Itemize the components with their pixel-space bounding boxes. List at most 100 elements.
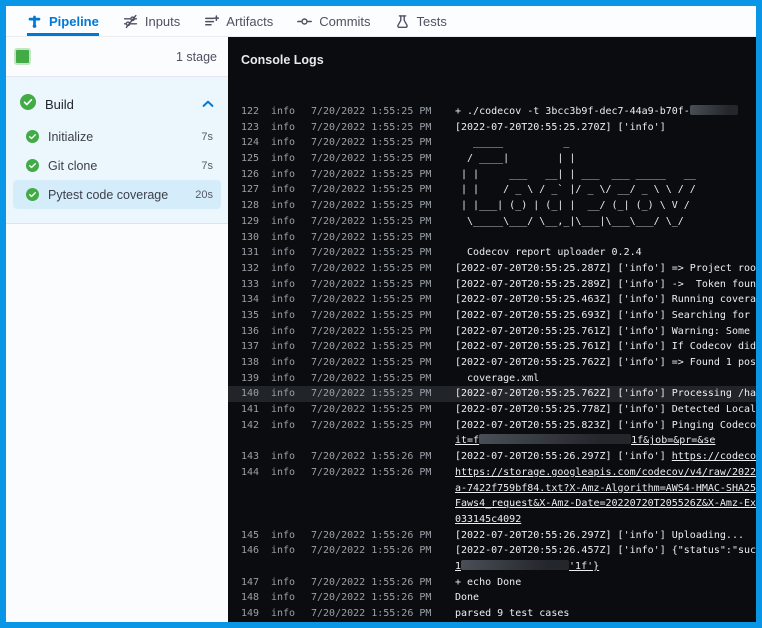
step-pytest-code-coverage[interactable]: Pytest code coverage20s xyxy=(13,180,221,209)
log-row[interactable]: 145info7/20/2022 1:55:26 PM[2022-07-20T2… xyxy=(228,528,756,544)
log-timestamp: 7/20/2022 1:55:25 PM xyxy=(311,214,443,230)
log-row[interactable]: 033145c4092 xyxy=(228,512,756,528)
log-row[interactable]: 130info7/20/2022 1:55:25 PM xyxy=(228,230,756,246)
tab-label: Pipeline xyxy=(49,14,99,29)
stage-status-square xyxy=(14,48,31,65)
log-row[interactable]: 141info7/20/2022 1:55:25 PM[2022-07-20T2… xyxy=(228,402,756,418)
line-number xyxy=(237,433,259,449)
log-row[interactable]: 133info7/20/2022 1:55:25 PM[2022-07-20T2… xyxy=(228,277,756,293)
log-text: + ./codecov -t 3bcc3b9f-dec7-44a9-b70f- xyxy=(455,106,690,117)
log-text: [2022-07-20T20:55:26.297Z] ['info'] xyxy=(455,451,672,462)
log-timestamp: 7/20/2022 1:55:26 PM xyxy=(311,528,443,544)
log-message: [2022-07-20T20:55:25.762Z] ['info'] Proc… xyxy=(455,386,756,402)
log-row[interactable]: 132info7/20/2022 1:55:25 PM[2022-07-20T2… xyxy=(228,261,756,277)
log-row[interactable]: 149info7/20/2022 1:55:26 PMparsed 9 test… xyxy=(228,606,756,622)
log-row[interactable]: 125info7/20/2022 1:55:25 PM / ____| | | xyxy=(228,151,756,167)
line-number: 126 xyxy=(237,167,259,183)
check-circle-icon xyxy=(26,188,39,201)
log-link[interactable]: Faws4_request&X-Amz-Date=20220720T205526… xyxy=(455,498,756,509)
log-link[interactable]: it=f xyxy=(455,435,479,446)
log-link[interactable]: https://codecov.io xyxy=(672,451,756,462)
tab-tests[interactable]: Tests xyxy=(395,6,447,36)
execution-tab-bar: Pipeline Inputs Artifacts Commits Tests xyxy=(6,6,756,37)
log-row[interactable]: 1'1f'} xyxy=(228,559,756,575)
log-row[interactable]: 126info7/20/2022 1:55:25 PM | | ___ __| … xyxy=(228,167,756,183)
log-row[interactable]: 136info7/20/2022 1:55:25 PM[2022-07-20T2… xyxy=(228,324,756,340)
tab-artifacts[interactable]: Artifacts xyxy=(204,6,273,36)
log-text: [2022-07-20T20:55:25.762Z] ['info'] => F… xyxy=(455,357,756,368)
log-message: https://storage.googleapis.com/codecov/v… xyxy=(455,465,756,481)
log-link[interactable]: 033145c4092 xyxy=(455,514,521,525)
tab-label: Commits xyxy=(319,14,370,29)
log-message: [2022-07-20T20:55:25.693Z] ['info'] Sear… xyxy=(455,308,756,324)
line-number: 122 xyxy=(237,104,259,120)
log-row[interactable]: 134info7/20/2022 1:55:25 PM[2022-07-20T2… xyxy=(228,292,756,308)
log-link[interactable]: a-7422f759bf84.txt?X-Amz-Algorithm=AWS4-… xyxy=(455,483,756,494)
log-row[interactable]: it=f 1f&job=&pr=&se xyxy=(228,433,756,449)
line-number: 132 xyxy=(237,261,259,277)
log-row[interactable]: 127info7/20/2022 1:55:25 PM | | / _ \ / … xyxy=(228,182,756,198)
log-level: info xyxy=(271,245,301,261)
log-message: a-7422f759bf84.txt?X-Amz-Algorithm=AWS4-… xyxy=(455,481,756,497)
tab-pipeline[interactable]: Pipeline xyxy=(27,6,99,36)
tab-label: Tests xyxy=(417,14,447,29)
log-row[interactable]: 135info7/20/2022 1:55:25 PM[2022-07-20T2… xyxy=(228,308,756,324)
line-number: 139 xyxy=(237,371,259,387)
log-link[interactable]: '1f'} xyxy=(569,561,599,572)
log-row[interactable]: 122info7/20/2022 1:55:25 PM+ ./codecov -… xyxy=(228,104,756,120)
build-stage-row[interactable]: Build xyxy=(6,86,228,122)
log-row[interactable]: 146info7/20/2022 1:55:26 PM[2022-07-20T2… xyxy=(228,543,756,559)
log-row[interactable]: 147info7/20/2022 1:55:26 PM+ echo Done xyxy=(228,575,756,591)
tab-inputs[interactable]: Inputs xyxy=(123,6,180,36)
log-row[interactable]: Faws4_request&X-Amz-Date=20220720T205526… xyxy=(228,496,756,512)
log-row[interactable]: a-7422f759bf84.txt?X-Amz-Algorithm=AWS4-… xyxy=(228,481,756,497)
artifacts-icon xyxy=(204,14,219,29)
log-message: [2022-07-20T20:55:25.762Z] ['info'] => F… xyxy=(455,355,756,371)
step-initialize[interactable]: Initialize7s xyxy=(13,122,221,151)
log-row[interactable]: 138info7/20/2022 1:55:25 PM[2022-07-20T2… xyxy=(228,355,756,371)
log-timestamp xyxy=(311,433,443,449)
log-text: [2022-07-20T20:55:25.762Z] ['info'] Proc… xyxy=(455,388,756,399)
log-message: + echo Done xyxy=(455,575,756,591)
log-level: info xyxy=(271,590,301,606)
line-number: 131 xyxy=(237,245,259,261)
log-row[interactable]: 128info7/20/2022 1:55:25 PM | |___| (_) … xyxy=(228,198,756,214)
log-row[interactable]: 139info7/20/2022 1:55:25 PM coverage.xml xyxy=(228,371,756,387)
tab-commits[interactable]: Commits xyxy=(297,6,370,36)
line-number: 135 xyxy=(237,308,259,324)
step-label: Initialize xyxy=(48,130,192,144)
log-row[interactable]: 131info7/20/2022 1:55:25 PM Codecov repo… xyxy=(228,245,756,261)
check-circle-icon xyxy=(26,130,39,143)
log-message: [2022-07-20T20:55:25.289Z] ['info'] -> T… xyxy=(455,277,756,293)
log-row[interactable]: 137info7/20/2022 1:55:25 PM[2022-07-20T2… xyxy=(228,339,756,355)
chevron-up-icon[interactable] xyxy=(202,100,214,108)
log-level xyxy=(271,559,301,575)
log-row[interactable]: 129info7/20/2022 1:55:25 PM \_____\___/ … xyxy=(228,214,756,230)
log-text: [2022-07-20T20:55:25.463Z] ['info'] Runn… xyxy=(455,294,756,305)
log-link[interactable]: https://storage.googleapis.com/codecov/v… xyxy=(455,467,756,478)
log-timestamp: 7/20/2022 1:55:25 PM xyxy=(311,308,443,324)
console-logs-title: Console Logs xyxy=(228,37,756,100)
log-row[interactable]: 148info7/20/2022 1:55:26 PMDone xyxy=(228,590,756,606)
log-timestamp: 7/20/2022 1:55:25 PM xyxy=(311,277,443,293)
line-number: 125 xyxy=(237,151,259,167)
log-row[interactable]: 124info7/20/2022 1:55:25 PM _____ _ xyxy=(228,135,756,151)
log-row[interactable]: 123info7/20/2022 1:55:25 PM[2022-07-20T2… xyxy=(228,120,756,136)
step-git-clone[interactable]: Git clone7s xyxy=(13,151,221,180)
log-row[interactable]: 142info7/20/2022 1:55:25 PM[2022-07-20T2… xyxy=(228,418,756,434)
log-text: _____ _ xyxy=(455,137,569,148)
log-timestamp xyxy=(311,512,443,528)
log-row[interactable]: 144info7/20/2022 1:55:26 PMhttps://stora… xyxy=(228,465,756,481)
log-level: info xyxy=(271,214,301,230)
line-number: 137 xyxy=(237,339,259,355)
log-timestamp xyxy=(311,559,443,575)
log-text: [2022-07-20T20:55:25.823Z] ['info'] Ping… xyxy=(455,420,756,431)
log-text: Done xyxy=(455,592,479,603)
log-message: | | ___ __| | ___ ___ _____ __ xyxy=(455,167,756,183)
log-row[interactable]: 143info7/20/2022 1:55:26 PM[2022-07-20T2… xyxy=(228,449,756,465)
log-message: [2022-07-20T20:55:25.823Z] ['info'] Ping… xyxy=(455,418,756,434)
log-row[interactable]: 140info7/20/2022 1:55:25 PM[2022-07-20T2… xyxy=(228,386,756,402)
log-link[interactable]: 1f&job=&pr=&se xyxy=(631,435,715,446)
log-level: info xyxy=(271,182,301,198)
pipeline-icon xyxy=(27,14,42,29)
